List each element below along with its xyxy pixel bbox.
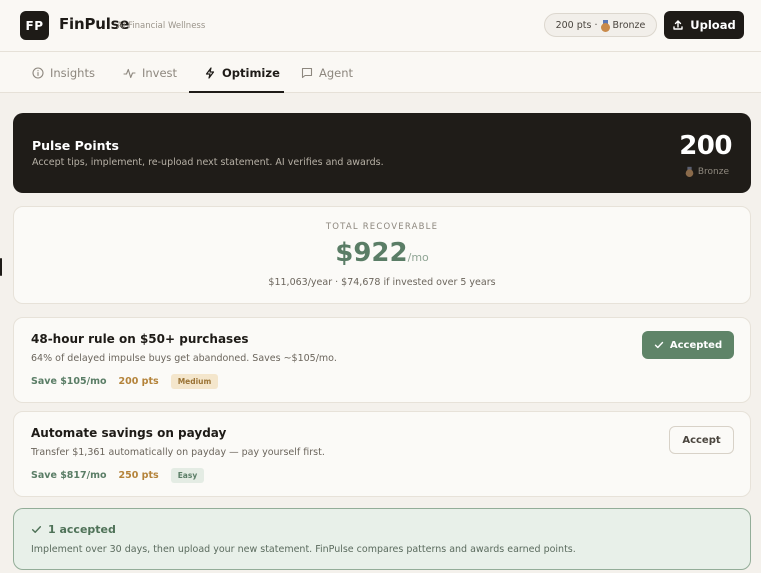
total-recoverable-card: TOTAL RECOVERABLE $922/mo $11,063/year ·… [13,206,751,304]
tab-label: Agent [319,65,354,80]
total-amount: $922/mo [14,238,750,268]
pulse-subtitle: Accept tips, implement, re-upload next s… [32,157,384,168]
points-text: 200 pts · [555,19,598,31]
total-amount-unit: /mo [407,251,429,264]
total-detail: $11,063/year · $74,678 if invested over … [268,277,496,288]
app-tagline: AI Financial Wellness [117,21,206,31]
tab-label: Optimize [222,65,280,80]
scroll-indicator [0,258,2,276]
difficulty-badge: Medium [170,374,219,389]
pulse-title: Pulse Points [32,138,119,153]
banner-text: Implement over 30 days, then upload your… [31,544,576,555]
tab-bar: Insights Invest Optimize Agent [0,52,761,93]
pulse-points-value: 200 [679,131,732,161]
tab-agent[interactable]: Agent [301,52,353,93]
tip-savings: Save $817/mo [31,470,107,481]
tab-optimize[interactable]: Optimize [204,52,280,93]
pulse-tier: Bronze [685,166,729,178]
total-label: TOTAL RECOVERABLE [325,222,439,232]
points-badge[interactable]: 200 pts · Bronze [544,13,657,37]
difficulty-badge: Easy [170,468,205,483]
tip-meta: Save $817/mo 250 pts Easy [31,468,205,483]
tab-invest[interactable]: Invest [123,52,177,93]
app-header: FP FinPulse AI Financial Wellness 200 pt… [0,0,761,52]
upload-label: Upload [690,18,736,32]
tab-label: Insights [50,65,95,80]
upload-button[interactable]: Upload [664,11,744,39]
tip-card: 48-hour rule on $50+ purchases 64% of de… [13,317,751,403]
tip-title: Automate savings on payday [31,426,227,440]
tier-text: Bronze [612,19,646,31]
tip-description: 64% of delayed impulse buys get abandone… [31,353,337,364]
tip-savings: Save $105/mo [31,376,107,387]
tip-description: Transfer $1,361 automatically on payday … [31,447,325,458]
tip-points: 250 pts [118,470,159,481]
tip-title: 48-hour rule on $50+ purchases [31,332,249,346]
tip-meta: Save $105/mo 200 pts Medium [31,374,219,389]
pulse-points-card: Pulse Points Accept tips, implement, re-… [13,113,751,193]
info-icon [32,66,44,79]
lightning-icon [205,66,215,79]
upload-icon [673,20,683,30]
check-icon [654,341,664,349]
active-tab-indicator [189,91,284,93]
total-amount-value: $922 [335,238,408,268]
medal-icon [600,19,610,32]
activity-icon [123,68,136,78]
accepted-summary-banner: 1 accepted Implement over 30 days, then … [13,508,751,570]
banner-title: 1 accepted [31,523,116,536]
tip-points: 200 pts [118,376,159,387]
accepted-label: Accepted [669,339,723,351]
tab-insights[interactable]: Insights [32,52,95,93]
tab-label: Invest [142,65,178,80]
check-icon [31,526,42,533]
chat-icon [301,67,313,78]
tip-card: Automate savings on payday Transfer $1,3… [13,411,751,497]
medal-icon [685,166,694,178]
pulse-tier-label: Bronze [697,166,729,177]
app-logo[interactable]: FP [20,11,49,40]
accept-button[interactable]: Accept [669,426,734,454]
banner-title-text: 1 accepted [48,523,116,536]
accepted-button[interactable]: Accepted [642,331,734,359]
